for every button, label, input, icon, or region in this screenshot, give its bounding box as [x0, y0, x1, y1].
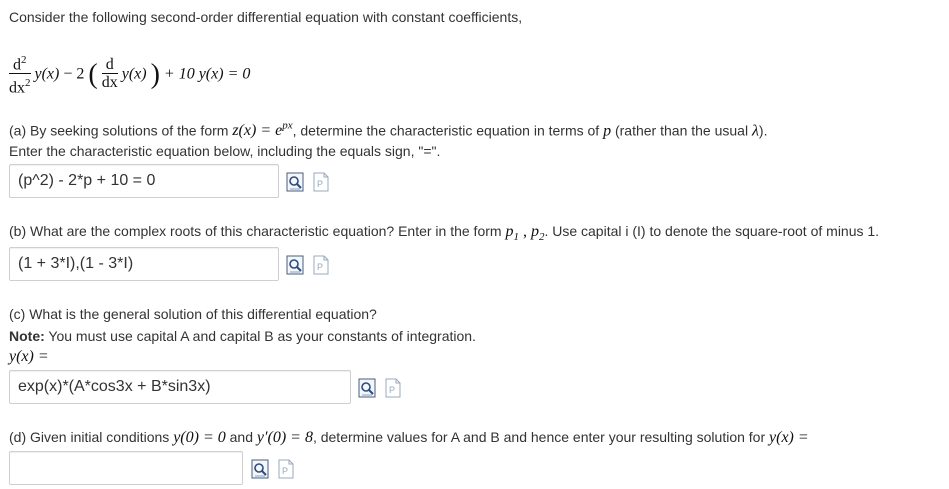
part-c-note: Note: You must use capital A and capital…	[9, 328, 476, 344]
coefficient-minus-two: − 2	[63, 65, 85, 83]
equation-tail: + 10 y(x) = 0	[163, 65, 251, 83]
part-a-question: (a) By seeking solutions of the form z(x…	[9, 120, 768, 140]
left-paren: (	[88, 58, 98, 90]
answer-b-icons: P	[286, 255, 330, 275]
answer-input-b[interactable]: (1 + 3*I),(1 - 3*I)	[9, 247, 279, 281]
y-of-x: y(x)	[34, 65, 60, 83]
answer-d-icons: P	[251, 459, 295, 479]
right-paren: )	[150, 58, 160, 90]
part-c-question: (c) What is the general solution of this…	[9, 306, 377, 322]
file-icon[interactable]: P	[384, 378, 402, 398]
preview-icon[interactable]	[286, 255, 304, 275]
file-icon[interactable]: P	[312, 172, 330, 192]
differential-equation: d2 dx2 y(x) − 2 ( d dx y(x) ) + 10 y(x) …	[9, 52, 250, 102]
file-icon[interactable]: P	[277, 459, 295, 479]
svg-text:P: P	[317, 262, 323, 272]
preview-icon[interactable]	[251, 459, 269, 479]
second-derivative-operator: d2 dx2	[9, 54, 31, 97]
intro-text: Consider the following second-order diff…	[9, 9, 523, 25]
part-c-y-label: y(x) =	[9, 348, 49, 365]
answer-a-icons: P	[286, 172, 330, 192]
part-d-question: (d) Given initial conditions y(0) = 0 an…	[9, 429, 809, 446]
answer-c-icons: P	[358, 378, 402, 398]
answer-input-d[interactable]	[9, 451, 243, 485]
y-of-x-inner: y(x)	[121, 65, 147, 83]
preview-icon[interactable]	[358, 378, 376, 398]
answer-input-c[interactable]: exp(x)*(A*cos3x + B*sin3x)	[9, 370, 351, 404]
first-derivative-operator: d dx	[101, 56, 118, 92]
svg-text:P: P	[282, 466, 288, 476]
answer-input-a[interactable]: (p^2) - 2*p + 10 = 0	[9, 164, 279, 198]
preview-icon[interactable]	[286, 172, 304, 192]
part-a-instruction: Enter the characteristic equation below,…	[9, 143, 441, 159]
file-icon[interactable]: P	[312, 255, 330, 275]
svg-text:P: P	[317, 179, 323, 189]
part-b-question: (b) What are the complex roots of this c…	[9, 223, 880, 244]
svg-text:P: P	[389, 385, 395, 395]
